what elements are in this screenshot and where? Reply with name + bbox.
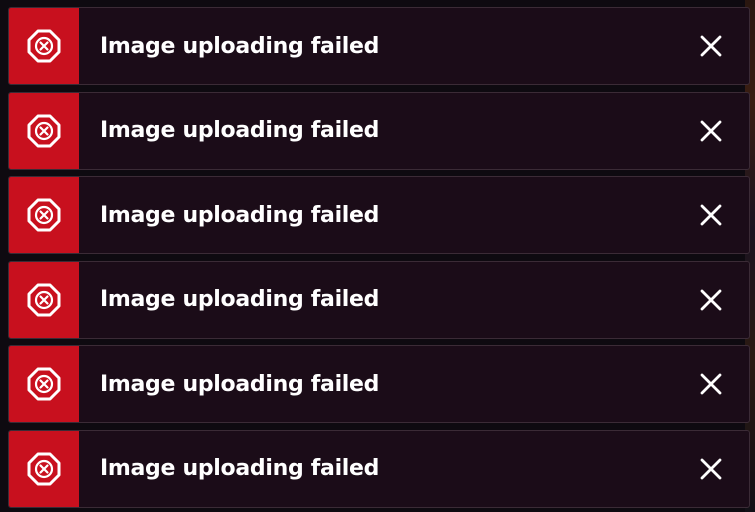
toast-accent-bar (9, 346, 79, 422)
toast-accent-bar (9, 261, 79, 338)
toast-message: Image uploading failed (100, 118, 380, 143)
close-icon[interactable] (699, 457, 723, 481)
toast-close-button[interactable] (673, 262, 749, 338)
error-toast: Image uploading failed (8, 429, 750, 508)
toast-close-button[interactable] (673, 93, 749, 169)
toast-message: Image uploading failed (100, 33, 380, 59)
toast-message: Image uploading failed (100, 287, 380, 312)
toast-close-button[interactable] (673, 177, 749, 253)
error-toast: Image uploading failed (8, 176, 750, 254)
close-icon[interactable] (699, 34, 723, 58)
toast-accent-bar (9, 8, 79, 84)
toast-accent-bar (9, 177, 79, 253)
error-octagon-icon (27, 452, 61, 485)
close-icon[interactable] (699, 372, 723, 396)
error-octagon-icon (27, 29, 61, 63)
error-octagon-icon (27, 367, 61, 401)
notification-stack: Image uploading failed Image uploading f… (8, 7, 750, 508)
error-toast: Image uploading failed (8, 345, 750, 423)
toast-close-button[interactable] (673, 346, 749, 422)
toast-message: Image uploading failed (100, 371, 380, 397)
error-octagon-icon (27, 198, 61, 232)
close-icon[interactable] (699, 288, 723, 312)
error-toast: Image uploading failed (8, 7, 750, 85)
toast-close-button[interactable] (673, 8, 749, 84)
error-octagon-icon (27, 114, 61, 147)
toast-accent-bar (9, 430, 79, 507)
toast-message: Image uploading failed (100, 202, 380, 228)
error-octagon-icon (27, 283, 61, 316)
error-toast: Image uploading failed (8, 260, 750, 339)
toast-accent-bar (9, 92, 79, 169)
close-icon[interactable] (699, 203, 723, 227)
toast-message: Image uploading failed (100, 456, 380, 481)
close-icon[interactable] (699, 119, 723, 143)
error-toast: Image uploading failed (8, 91, 750, 170)
toast-close-button[interactable] (673, 431, 749, 507)
